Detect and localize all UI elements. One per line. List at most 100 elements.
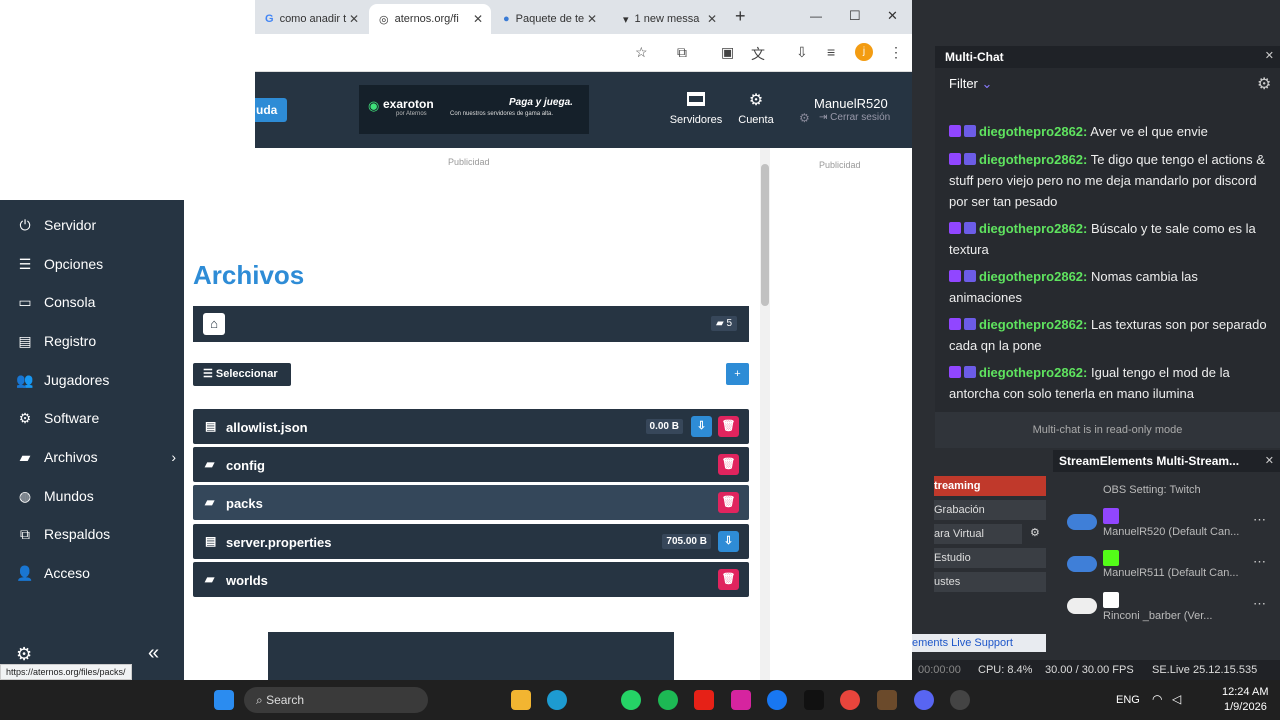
- download-button[interactable]: ⇩: [691, 416, 712, 437]
- extensions-icon[interactable]: ⧉: [677, 44, 687, 61]
- settings-icon[interactable]: ⚙: [799, 111, 810, 125]
- start-streaming-button[interactable]: treaming: [934, 476, 1046, 496]
- exaroton-ad[interactable]: ◉ exaroton por Aternos Paga y juega. Con…: [359, 85, 589, 134]
- delete-button[interactable]: 🗑: [718, 416, 739, 437]
- sidebar-item-software[interactable]: ⚙ Software: [16, 406, 100, 430]
- minecraft-icon[interactable]: [877, 690, 897, 710]
- settings-button[interactable]: ustes: [934, 572, 1046, 592]
- file-row[interactable]: ▤ allowlist.json 0.00 B ⇩ 🗑: [193, 409, 749, 444]
- ad-subtitle: Con nuestros servidores de gama alta.: [450, 111, 554, 117]
- close-icon[interactable]: ✕: [1265, 454, 1274, 467]
- facebook-icon[interactable]: [767, 690, 787, 710]
- sub-badge-icon: [964, 222, 976, 234]
- home-button[interactable]: ⌂: [203, 313, 225, 335]
- collapse-sidebar-icon[interactable]: «: [148, 642, 159, 665]
- menu-icon[interactable]: ⋮: [889, 44, 903, 61]
- tab-4[interactable]: ▾ 1 new messa ✕: [613, 4, 725, 34]
- page-zoom-icon[interactable]: ▣: [721, 44, 734, 61]
- scrollbar[interactable]: [760, 148, 770, 680]
- settings-gear-icon[interactable]: ⚙: [1257, 74, 1271, 94]
- sidebar-item-acceso[interactable]: 👤 Acceso: [16, 561, 90, 585]
- windows-start-icon[interactable]: [214, 690, 234, 710]
- file-row[interactable]: ▤ server.properties 705.00 B ⇩: [193, 524, 749, 559]
- folder-row[interactable]: ▰ worlds 🗑: [193, 562, 749, 597]
- ad-brand: exaroton: [383, 97, 434, 111]
- language-indicator[interactable]: ENG: [1116, 694, 1140, 706]
- chrome-icon[interactable]: [840, 690, 860, 710]
- sidebar-item-archivos[interactable]: ▰ Archivos ›: [16, 445, 176, 469]
- spotify-icon[interactable]: [658, 690, 678, 710]
- control-label: ustes: [934, 576, 961, 588]
- obs-icon[interactable]: [950, 690, 970, 710]
- edge-icon[interactable]: [547, 690, 567, 710]
- live-support-button[interactable]: ements Live Support: [912, 634, 1046, 652]
- folder-row[interactable]: ▰ packs 🗑: [193, 485, 749, 520]
- new-folder-button[interactable]: +: [726, 363, 749, 385]
- close-tab-icon[interactable]: ✕: [473, 12, 483, 26]
- whatsapp-icon[interactable]: [621, 690, 641, 710]
- scrollbar-thumb[interactable]: [761, 164, 769, 306]
- close-icon[interactable]: ✕: [1265, 49, 1274, 62]
- settings-gear-icon[interactable]: ⚙: [16, 644, 32, 665]
- close-tab-icon[interactable]: ✕: [707, 12, 717, 26]
- download-button[interactable]: ⇩: [718, 531, 739, 552]
- servers-link[interactable]: Servidores: [668, 92, 724, 128]
- sidebar-item-registro[interactable]: ▤ Registro: [16, 329, 96, 353]
- recording-button[interactable]: Grabación: [934, 500, 1046, 520]
- more-icon[interactable]: ⋯: [1253, 554, 1266, 570]
- sidebar-item-opciones[interactable]: ☰ Opciones: [16, 252, 103, 276]
- sub-badge-icon: [964, 366, 976, 378]
- sidebar-item-jugadores[interactable]: 👥 Jugadores: [16, 368, 109, 392]
- star-icon[interactable]: ☆: [635, 44, 648, 61]
- close-window-button[interactable]: ✕: [887, 8, 898, 24]
- delete-button[interactable]: 🗑: [718, 569, 739, 590]
- discord-icon[interactable]: [914, 690, 934, 710]
- minimize-button[interactable]: —: [810, 9, 822, 23]
- taskbar-search[interactable]: ⌕ Search: [244, 687, 428, 713]
- close-tab-icon[interactable]: ✕: [349, 12, 359, 26]
- toggle-on[interactable]: [1067, 514, 1097, 530]
- folder-row[interactable]: ▰ config 🗑: [193, 447, 749, 482]
- help-button[interactable]: uda: [255, 98, 287, 122]
- maximize-button[interactable]: ☐: [849, 8, 861, 24]
- sidebar-item-consola[interactable]: ▭ Consola: [16, 290, 95, 314]
- select-button[interactable]: ☰ Seleccionar: [193, 363, 291, 386]
- filter-dropdown[interactable]: Filter ⌄: [949, 76, 992, 92]
- clock-time[interactable]: 12:24 AM: [1222, 686, 1268, 698]
- toggle-off[interactable]: [1067, 598, 1097, 614]
- youtube-icon[interactable]: [694, 690, 714, 710]
- virtual-camera-button[interactable]: ara Virtual: [934, 524, 1022, 544]
- wifi-icon[interactable]: ◠: [1152, 692, 1162, 706]
- media-icon[interactable]: ≡: [827, 44, 835, 60]
- aternos-icon: ◎: [379, 13, 389, 26]
- more-icon[interactable]: ⋯: [1253, 596, 1266, 612]
- more-icon[interactable]: ⋯: [1253, 512, 1266, 528]
- se-item-text: OBS Setting: Twitch: [1103, 484, 1201, 496]
- sidebar-item-servidor[interactable]: ⏻ Servidor: [16, 213, 96, 237]
- delete-button[interactable]: 🗑: [718, 492, 739, 513]
- clock-date[interactable]: 1/9/2026: [1224, 701, 1267, 713]
- tiktok-icon: [1103, 592, 1119, 608]
- new-tab-button[interactable]: +: [735, 6, 746, 27]
- translate-icon[interactable]: 文: [751, 44, 765, 64]
- tiktok-icon[interactable]: [804, 690, 824, 710]
- profile-avatar[interactable]: j: [855, 43, 873, 61]
- logout-link[interactable]: ⇥ Cerrar sesión: [819, 112, 890, 123]
- sidebar-item-respaldos[interactable]: ⧉ Respaldos: [16, 522, 110, 546]
- file-explorer-icon[interactable]: [511, 690, 531, 710]
- close-tab-icon[interactable]: ✕: [587, 12, 597, 26]
- tab-1[interactable]: Gcomo anadir t ✕: [255, 4, 367, 34]
- delete-button[interactable]: 🗑: [718, 454, 739, 475]
- chat-username: diegothepro2862:: [979, 365, 1088, 380]
- sidebar-item-mundos[interactable]: ◍ Mundos: [16, 484, 94, 508]
- download-icon[interactable]: ⇩: [796, 44, 808, 61]
- tab-2[interactable]: ◎ aternos.org/fi ✕: [369, 4, 491, 34]
- address-bar: ☆ ⧉ ▣ 文 ⇩ ≡ j ⋮: [255, 34, 912, 72]
- volume-icon[interactable]: ◁: [1172, 692, 1181, 706]
- tab-3[interactable]: ● Paquete de te ✕: [493, 4, 605, 34]
- virtual-camera-settings-icon[interactable]: ⚙: [1030, 526, 1040, 539]
- toggle-on[interactable]: [1067, 556, 1097, 572]
- instagram-icon[interactable]: [731, 690, 751, 710]
- account-link[interactable]: ⚙ Cuenta: [733, 92, 779, 128]
- studio-mode-button[interactable]: Estudio: [934, 548, 1046, 568]
